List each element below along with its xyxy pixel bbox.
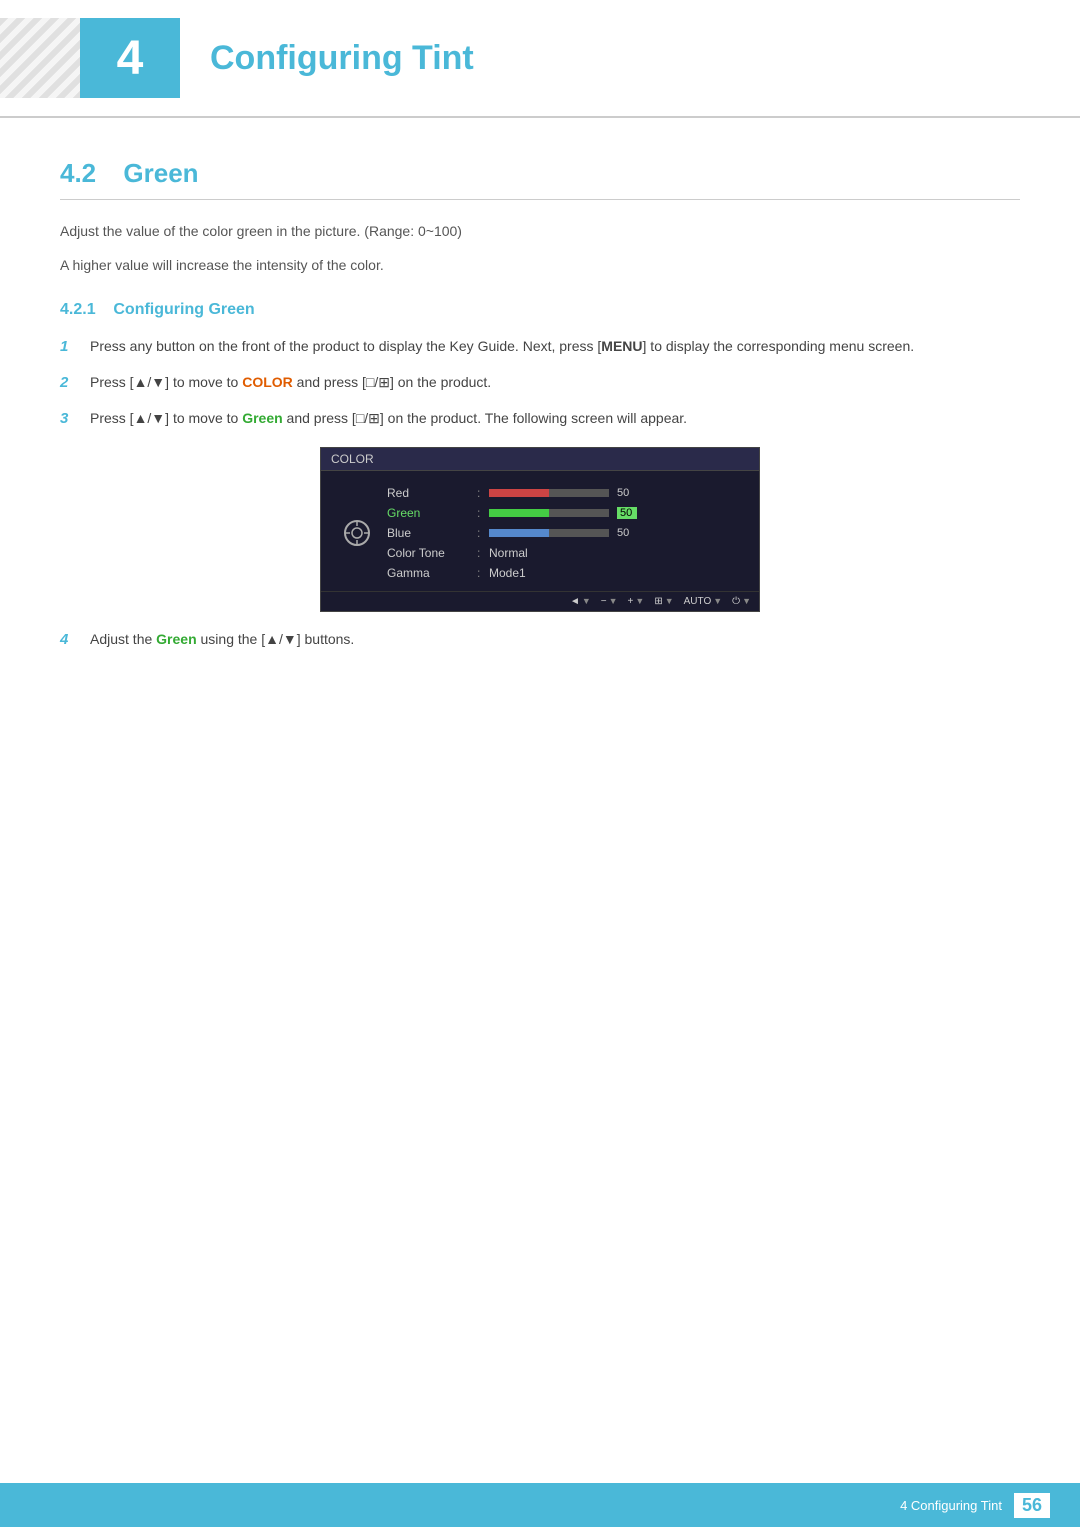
step-2-num: 2 (60, 371, 82, 395)
color-highlight: COLOR (242, 374, 293, 390)
subsection-421-number: 4.2.1 (60, 301, 96, 318)
menu-bar-green (489, 509, 609, 517)
menu-label-blue: Blue (387, 526, 477, 540)
menu-value-red: 50 (617, 487, 637, 499)
menu-row-colortone: Color Tone : Normal (387, 543, 743, 563)
footer-page-number: 56 (1014, 1493, 1050, 1518)
step-1: 1 Press any button on the front of the p… (60, 335, 1020, 359)
monitor-titlebar: COLOR (321, 448, 759, 471)
steps-list-4: 4 Adjust the Green using the [▲/▼] butto… (60, 628, 1020, 652)
step-1-text: Press any button on the front of the pro… (90, 335, 1020, 357)
monitor-title-text: COLOR (331, 452, 374, 466)
section-42: 4.2 Green Adjust the value of the color … (0, 148, 1080, 652)
step-4-num: 4 (60, 628, 82, 652)
monitor-icon (337, 483, 377, 583)
menu-row-gamma: Gamma : Mode1 (387, 563, 743, 583)
bottom-btn-plus: +▼ (628, 596, 645, 607)
menu-value-colortone: Normal (489, 546, 528, 560)
step-1-bold: MENU (601, 338, 642, 354)
step-1-num: 1 (60, 335, 82, 359)
step-3-text: Press [▲/▼] to move to Green and press [… (90, 407, 1020, 429)
menu-bar-green-fill (489, 509, 549, 517)
menu-value-green: 50 (617, 507, 637, 519)
monitor-body: Red : 50 Green : (321, 471, 759, 591)
step-3-num: 3 (60, 407, 82, 431)
monitor-screenshot: COLOR Red (320, 447, 760, 612)
section-42-number: 4.2 (60, 158, 96, 188)
desc1: Adjust the value of the color green in t… (60, 220, 1020, 242)
menu-bar-green-container: 50 (489, 507, 743, 519)
menu-bar-blue-container: 50 (489, 527, 743, 539)
menu-bar-red (489, 489, 609, 497)
menu-label-gamma: Gamma (387, 566, 477, 580)
subsection-421-heading: 4.2.1 Configuring Green (60, 301, 1020, 319)
step-3: 3 Press [▲/▼] to move to Green and press… (60, 407, 1020, 431)
menu-bar-red-container: 50 (489, 487, 743, 499)
menu-value-blue: 50 (617, 527, 637, 539)
menu-row-blue: Blue : 50 (387, 523, 743, 543)
chapter-stripe-decoration (0, 18, 80, 98)
green-highlight-step4: Green (156, 631, 196, 647)
section-42-title: Green (123, 158, 198, 188)
page-footer: 4 Configuring Tint 56 (0, 1483, 1080, 1527)
footer-label: 4 Configuring Tint (900, 1498, 1002, 1513)
menu-row-green: Green : 50 (387, 503, 743, 523)
bottom-btn-left: ◄▼ (570, 596, 591, 607)
bottom-btn-menu: ⊞▼ (654, 596, 673, 607)
section-42-heading: 4.2 Green (60, 158, 1020, 200)
desc2: A higher value will increase the intensi… (60, 254, 1020, 276)
green-highlight-step3: Green (242, 410, 282, 426)
bottom-btn-power: ⏻▼ (732, 596, 751, 607)
step-2-text: Press [▲/▼] to move to COLOR and press [… (90, 371, 1020, 393)
menu-value-gamma: Mode1 (489, 566, 526, 580)
chapter-number: 4 (117, 31, 144, 86)
step-4: 4 Adjust the Green using the [▲/▼] butto… (60, 628, 1020, 652)
bottom-btn-minus: −▼ (601, 596, 618, 607)
menu-bar-red-fill (489, 489, 549, 497)
menu-label-red: Red (387, 486, 477, 500)
step-2: 2 Press [▲/▼] to move to COLOR and press… (60, 371, 1020, 395)
chapter-number-block: 4 (80, 18, 180, 98)
chapter-title: Configuring Tint (210, 39, 474, 78)
monitor-bottombar: ◄▼ −▼ +▼ ⊞▼ AUTO▼ ⏻▼ (321, 591, 759, 611)
subsection-421: 4.2.1 Configuring Green 1 Press any butt… (60, 301, 1020, 652)
step-4-text: Adjust the Green using the [▲/▼] buttons… (90, 628, 1020, 650)
menu-bar-blue-fill (489, 529, 549, 537)
menu-label-colortone: Color Tone (387, 546, 477, 560)
menu-bar-blue (489, 529, 609, 537)
menu-row-red: Red : 50 (387, 483, 743, 503)
bottom-btn-auto: AUTO▼ (684, 596, 723, 607)
monitor-menu: Red : 50 Green : (377, 483, 743, 583)
subsection-421-title: Configuring Green (113, 301, 254, 318)
chapter-header: 4 Configuring Tint (0, 0, 1080, 118)
steps-list: 1 Press any button on the front of the p… (60, 335, 1020, 431)
menu-label-green: Green (387, 506, 477, 520)
